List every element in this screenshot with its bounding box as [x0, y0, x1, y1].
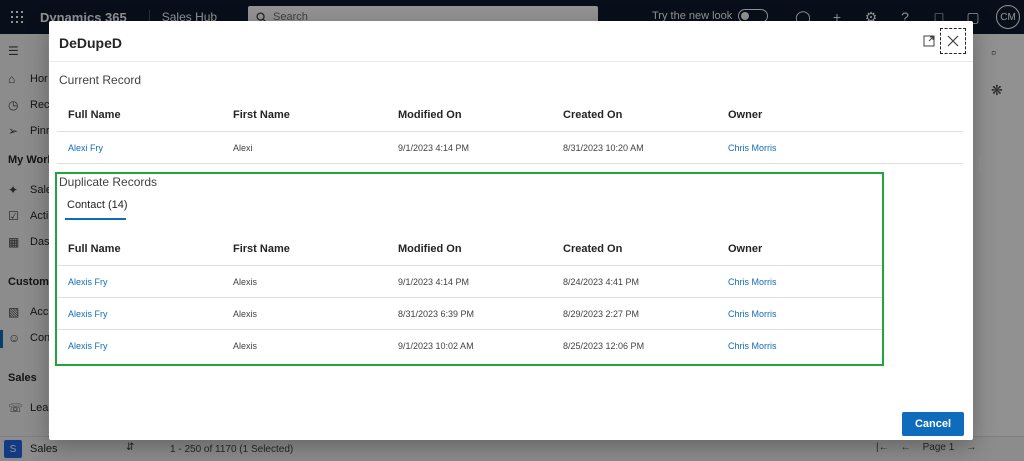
created-on-cell: 8/31/2023 10:20 AM	[563, 142, 644, 153]
first-name-cell: Alexis	[233, 276, 258, 287]
dedupe-dialog: DeDupeD Current Record Full Name First N…	[49, 21, 983, 440]
modified-on-cell: 9/1/2023 4:14 PM	[398, 142, 470, 153]
expand-icon[interactable]	[923, 35, 935, 47]
column-header-modified-on[interactable]: Modified On	[398, 98, 462, 131]
column-header-full-name[interactable]: Full Name	[68, 98, 121, 131]
tab-selected-indicator	[65, 218, 126, 220]
owner-link[interactable]: Chris Morris	[728, 298, 777, 329]
table-row[interactable]: Alexis Fry Alexis 9/1/2023 10:02 AM 8/25…	[57, 330, 882, 362]
modified-on-cell: 9/1/2023 10:02 AM	[398, 341, 474, 351]
dialog-title: DeDupeD	[59, 35, 123, 51]
full-name-link[interactable]: Alexis Fry	[68, 330, 108, 362]
current-record-heading: Current Record	[59, 73, 142, 87]
full-name-link[interactable]: Alexis Fry	[68, 266, 108, 297]
duplicate-records-grid: Full Name First Name Modified On Created…	[57, 232, 882, 362]
scrollbar-thumb[interactable]	[979, 156, 983, 172]
modified-on-cell: 9/1/2023 4:14 PM	[398, 276, 470, 287]
column-header-created-on[interactable]: Created On	[563, 98, 622, 131]
column-header-created-on[interactable]: Created On	[563, 232, 622, 265]
table-row[interactable]: Alexi Fry Alexi 9/1/2023 4:14 PM 8/31/20…	[57, 132, 963, 164]
header-divider	[49, 61, 973, 62]
grid-header-row: Full Name First Name Modified On Created…	[57, 232, 882, 266]
grid-header-row: Full Name First Name Modified On Created…	[57, 98, 963, 132]
modified-on-cell: 8/31/2023 6:39 PM	[398, 308, 475, 319]
created-on-cell: 8/24/2023 4:41 PM	[563, 276, 640, 287]
full-name-link[interactable]: Alexi Fry	[68, 132, 103, 163]
current-record-grid: Full Name First Name Modified On Created…	[57, 98, 963, 164]
column-header-full-name[interactable]: Full Name	[68, 232, 121, 265]
column-header-owner[interactable]: Owner	[728, 98, 762, 131]
table-row[interactable]: Alexis Fry Alexis 9/1/2023 4:14 PM 8/24/…	[57, 266, 882, 298]
first-name-cell: Alexi	[233, 142, 253, 153]
column-header-first-name[interactable]: First Name	[233, 232, 290, 265]
owner-link[interactable]: Chris Morris	[728, 266, 777, 297]
full-name-link[interactable]: Alexis Fry	[68, 298, 108, 329]
owner-link[interactable]: Chris Morris	[728, 132, 777, 163]
column-header-first-name[interactable]: First Name	[233, 98, 290, 131]
first-name-cell: Alexis	[233, 308, 258, 319]
column-header-owner[interactable]: Owner	[728, 232, 762, 265]
created-on-cell: 8/25/2023 12:06 PM	[563, 341, 645, 351]
close-icon	[947, 35, 959, 47]
first-name-cell: Alexis	[233, 341, 258, 351]
tab-contact[interactable]: Contact (14)	[67, 199, 128, 211]
cancel-button[interactable]: Cancel	[902, 412, 964, 436]
column-header-modified-on[interactable]: Modified On	[398, 232, 462, 265]
duplicate-records-heading: Duplicate Records	[59, 175, 158, 189]
table-row[interactable]: Alexis Fry Alexis 8/31/2023 6:39 PM 8/29…	[57, 298, 882, 330]
owner-link[interactable]: Chris Morris	[728, 330, 777, 362]
close-button[interactable]	[940, 28, 966, 54]
created-on-cell: 8/29/2023 2:27 PM	[563, 308, 640, 319]
